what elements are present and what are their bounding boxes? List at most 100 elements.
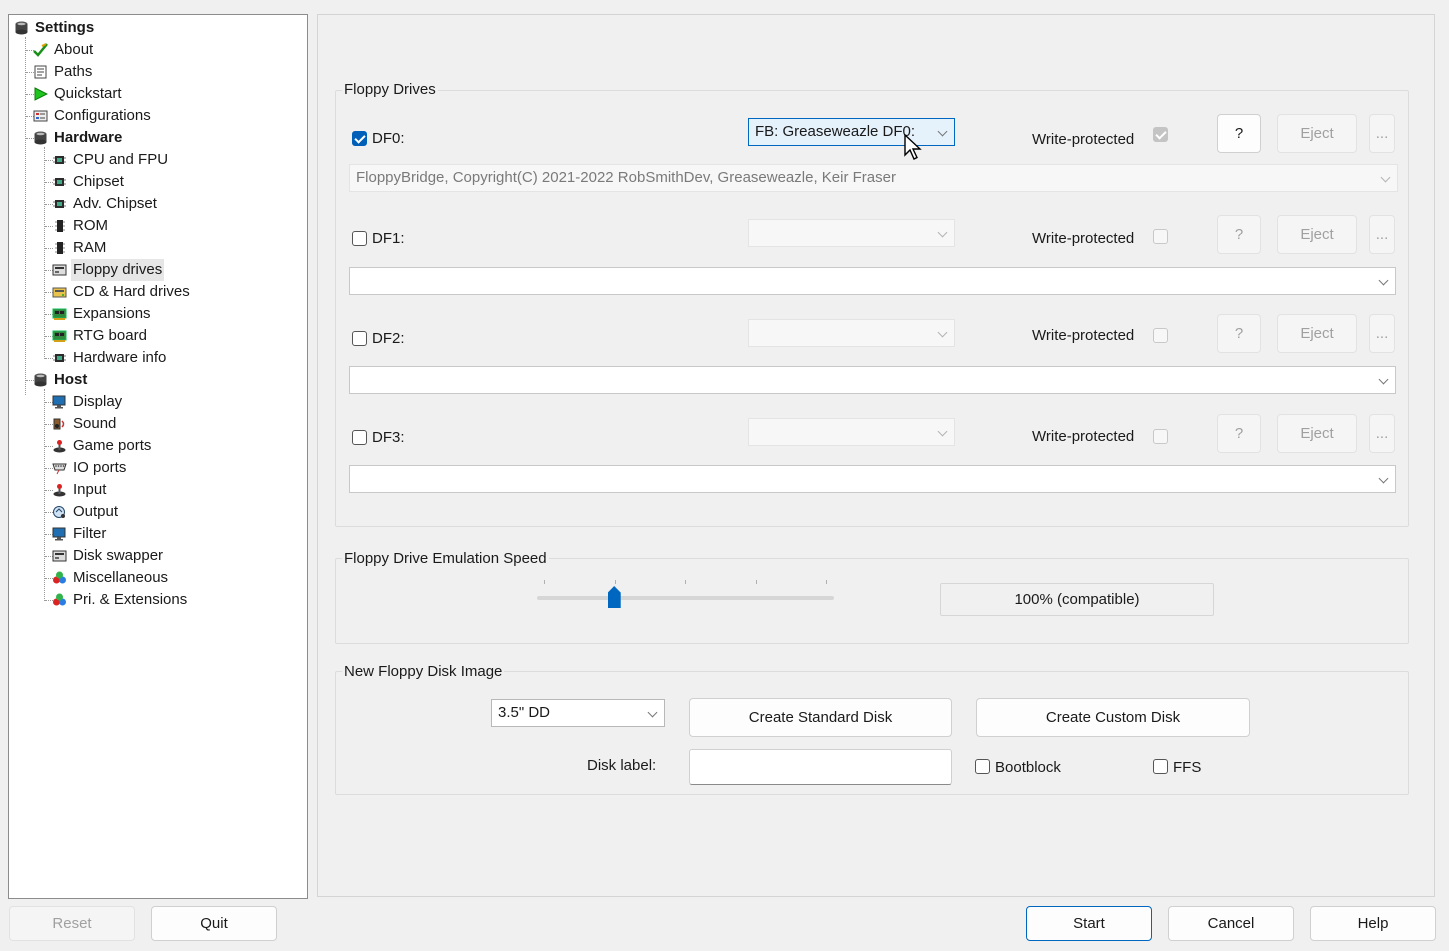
- disk-label-caption: Disk label:: [587, 757, 657, 774]
- emulation-speed-group: [335, 558, 1409, 644]
- hardware-icon: [34, 131, 47, 145]
- df3-enable-checkbox[interactable]: [352, 430, 367, 445]
- tree-connector: [44, 389, 45, 601]
- host-icon: [34, 373, 47, 387]
- df0-path-select[interactable]: FloppyBridge, Copyright(C) 2021-2022 Rob…: [349, 164, 1398, 192]
- quickstart-icon: [34, 87, 48, 101]
- df2-drive-type-select[interactable]: [748, 319, 955, 347]
- df3-write-protected-checkbox[interactable]: [1153, 429, 1168, 444]
- chevron-down-icon: [1378, 275, 1389, 286]
- df0-enable-checkbox[interactable]: [352, 131, 367, 146]
- joystick-icon: [53, 484, 66, 497]
- bootblock-label: Bootblock: [995, 759, 1061, 776]
- df3-drive-type-select[interactable]: [748, 418, 955, 446]
- df3-browse-button[interactable]: ...: [1369, 414, 1395, 453]
- sound-icon: [53, 418, 65, 430]
- chevron-down-icon: [937, 227, 948, 238]
- tree-connector: [25, 37, 26, 395]
- help-button[interactable]: Help: [1310, 906, 1436, 941]
- df0-write-protected-checkbox[interactable]: [1153, 127, 1168, 142]
- df1-path-select[interactable]: [349, 267, 1396, 295]
- df2-help-button[interactable]: ?: [1217, 314, 1261, 353]
- chip-icon: [53, 178, 66, 186]
- create-custom-disk-button[interactable]: Create Custom Disk: [976, 698, 1250, 737]
- about-icon: [33, 43, 48, 57]
- monitor-icon: [52, 395, 66, 409]
- output-icon: [53, 506, 65, 518]
- chevron-down-icon: [937, 327, 948, 338]
- mouse-cursor-icon: [904, 134, 922, 160]
- paths-icon: [34, 65, 47, 79]
- emulation-speed-slider[interactable]: [537, 580, 834, 610]
- settings-tree[interactable]: Settings About Paths Quickstart Configur…: [8, 14, 308, 899]
- floppy-drive-icon: [52, 550, 67, 562]
- df3-help-button[interactable]: ?: [1217, 414, 1261, 453]
- df2-path-select[interactable]: [349, 366, 1396, 394]
- slider-tick: [615, 580, 616, 584]
- chip-icon: [53, 200, 66, 208]
- df3-path-select[interactable]: [349, 465, 1396, 493]
- df1-write-protected-checkbox[interactable]: [1153, 229, 1168, 244]
- emulation-speed-value: 100% (compatible): [940, 583, 1214, 616]
- df3-write-protected-label: Write-protected: [1032, 428, 1135, 445]
- rom-icon: [55, 220, 65, 232]
- df1-browse-button[interactable]: ...: [1369, 215, 1395, 254]
- chevron-down-icon: [647, 707, 658, 718]
- hard-drive-icon: [52, 287, 67, 298]
- df2-write-protected-label: Write-protected: [1032, 327, 1135, 344]
- df1-enable-checkbox[interactable]: [352, 231, 367, 246]
- slider-tick: [685, 580, 686, 584]
- chevron-down-icon: [1378, 374, 1389, 385]
- settings-icon: [15, 21, 28, 35]
- df0-drive-type-select[interactable]: FB: Greaseweazle DF0:: [748, 118, 955, 146]
- floppy-drives-group: [335, 90, 1409, 527]
- df0-eject-button[interactable]: Eject: [1277, 114, 1357, 153]
- chip-icon: [53, 156, 66, 164]
- floppy-drive-icon: [52, 264, 67, 276]
- create-standard-disk-button[interactable]: Create Standard Disk: [689, 698, 952, 737]
- tree-connector: [44, 147, 45, 359]
- chevron-down-icon: [937, 126, 948, 137]
- expansion-board-icon: [52, 308, 67, 320]
- misc-icon: [53, 593, 66, 606]
- ffs-label: FFS: [1173, 759, 1202, 776]
- chevron-down-icon: [1380, 172, 1391, 183]
- df0-browse-button[interactable]: ...: [1369, 114, 1395, 153]
- chevron-down-icon: [937, 426, 948, 437]
- df2-write-protected-checkbox[interactable]: [1153, 328, 1168, 343]
- df0-help-button[interactable]: ?: [1217, 114, 1261, 153]
- joystick-icon: [53, 440, 66, 453]
- chip-icon: [53, 354, 66, 362]
- slider-tick: [826, 580, 827, 584]
- df1-help-button[interactable]: ?: [1217, 215, 1261, 254]
- df1-drive-type-select[interactable]: [748, 219, 955, 247]
- slider-thumb[interactable]: [607, 586, 621, 608]
- slider-tick: [544, 580, 545, 584]
- reset-button[interactable]: Reset: [9, 906, 135, 941]
- df1-write-protected-label: Write-protected: [1032, 230, 1135, 247]
- expansion-board-icon: [52, 330, 67, 342]
- df0-label: DF0:: [372, 130, 405, 147]
- emulation-speed-title: Floppy Drive Emulation Speed: [342, 549, 549, 569]
- df1-eject-button[interactable]: Eject: [1277, 215, 1357, 254]
- monitor-icon: [52, 527, 66, 541]
- df3-label: DF3:: [372, 429, 405, 446]
- df1-label: DF1:: [372, 230, 405, 247]
- configurations-icon: [33, 110, 48, 122]
- floppy-drives-title: Floppy Drives: [342, 80, 438, 100]
- start-button[interactable]: Start: [1026, 906, 1152, 941]
- quit-button[interactable]: Quit: [151, 906, 277, 941]
- ffs-checkbox[interactable]: [1153, 759, 1168, 774]
- slider-track: [537, 596, 834, 600]
- df3-eject-button[interactable]: Eject: [1277, 414, 1357, 453]
- disk-label-input[interactable]: [689, 749, 952, 785]
- df2-label: DF2:: [372, 330, 405, 347]
- df2-enable-checkbox[interactable]: [352, 331, 367, 346]
- df2-eject-button[interactable]: Eject: [1277, 314, 1357, 353]
- disk-type-select[interactable]: 3.5" DD: [491, 699, 665, 727]
- ram-icon: [55, 242, 65, 254]
- bootblock-checkbox[interactable]: [975, 759, 990, 774]
- chevron-down-icon: [1378, 473, 1389, 484]
- df2-browse-button[interactable]: ...: [1369, 314, 1395, 353]
- cancel-button[interactable]: Cancel: [1168, 906, 1294, 941]
